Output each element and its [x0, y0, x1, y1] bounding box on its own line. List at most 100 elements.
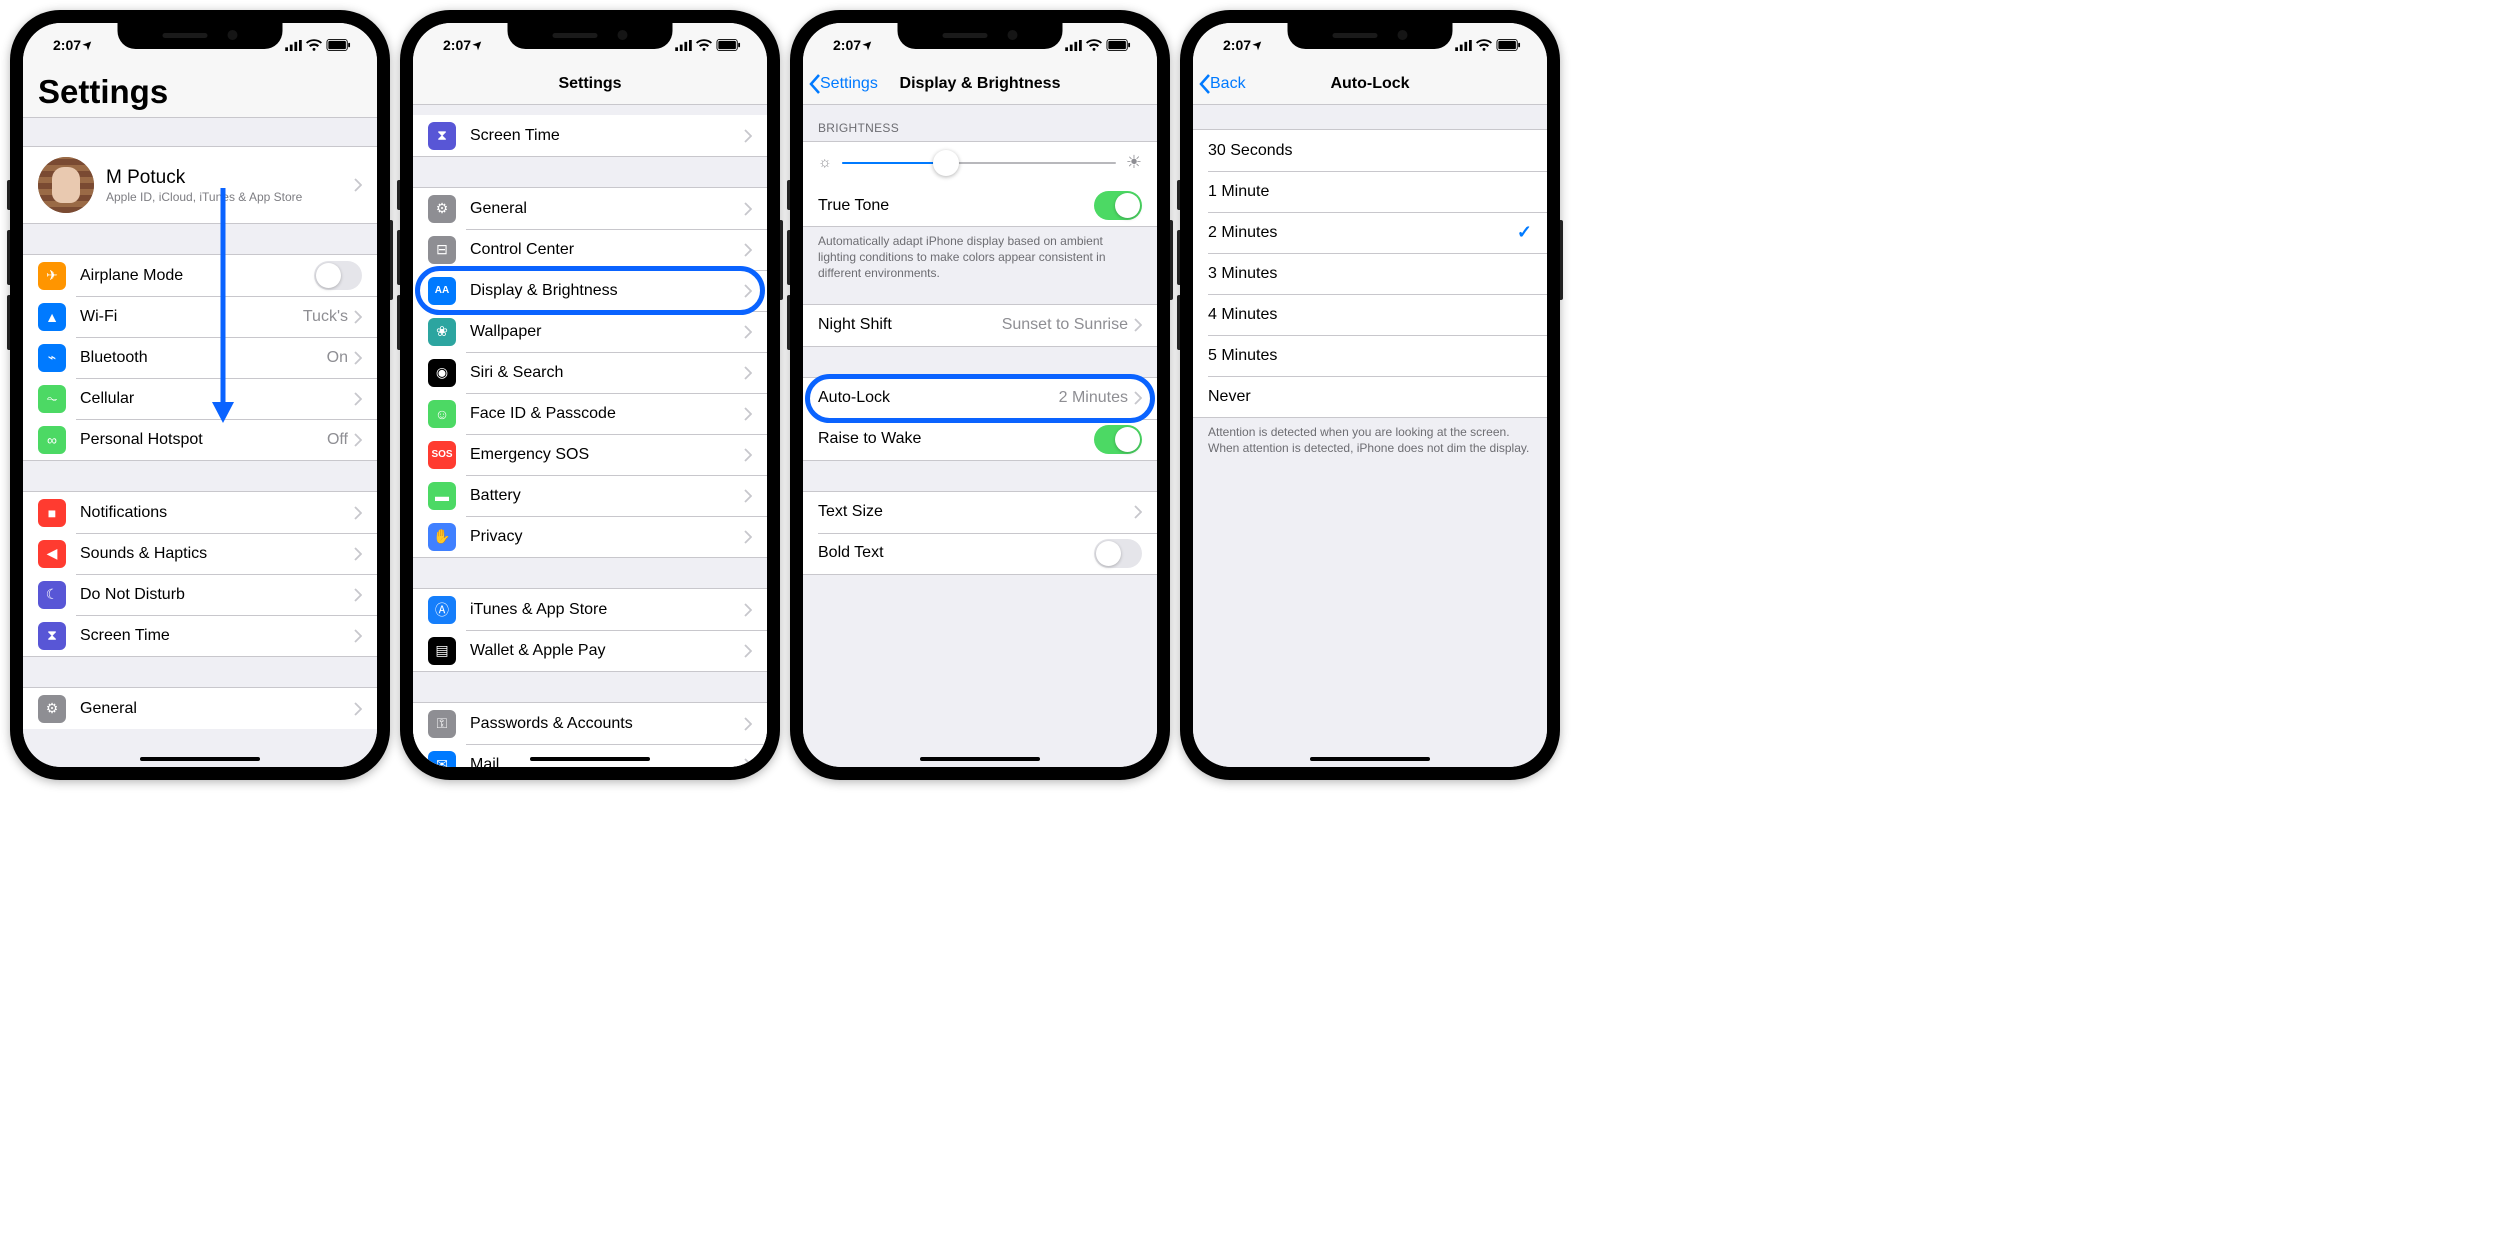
row-siri-search[interactable]: ◉Siri & Search	[413, 352, 767, 393]
back-button[interactable]: Settings	[809, 74, 878, 94]
sun-dim-icon: ☼	[818, 154, 832, 171]
row-label: Bold Text	[818, 544, 1094, 562]
notch	[508, 23, 673, 49]
toggle-bold-text[interactable]	[1094, 539, 1142, 568]
chevron-right-icon	[744, 644, 752, 658]
profile-name: M Potuck	[106, 167, 354, 189]
battery-icon	[716, 39, 741, 51]
back-button[interactable]: Back	[1199, 74, 1246, 94]
chevron-right-icon	[744, 758, 752, 768]
gear-icon: ⚙	[428, 195, 456, 223]
row-passwords-accounts[interactable]: ⚿Passwords & Accounts	[413, 703, 767, 744]
row-label: Wallpaper	[470, 323, 744, 341]
battery-icon	[326, 39, 351, 51]
row-bold-text[interactable]: Bold Text	[803, 533, 1157, 574]
row-privacy[interactable]: ✋Privacy	[413, 516, 767, 557]
option-3-minutes[interactable]: 3 Minutes	[1193, 253, 1547, 294]
option-label: 4 Minutes	[1208, 306, 1532, 324]
row-value: On	[327, 349, 348, 367]
row-do-not-disturb[interactable]: ☾Do Not Disturb	[23, 574, 377, 615]
row-label: Control Center	[470, 241, 744, 259]
row-wi-fi[interactable]: ▲Wi-FiTuck's	[23, 296, 377, 337]
home-indicator[interactable]	[1310, 757, 1430, 761]
row-label: Sounds & Haptics	[80, 545, 354, 563]
chevron-right-icon	[744, 284, 752, 298]
row-general[interactable]: ⚙General	[23, 688, 377, 729]
option-5-minutes[interactable]: 5 Minutes	[1193, 335, 1547, 376]
slider-knob[interactable]	[933, 150, 959, 176]
brightness-slider[interactable]	[842, 162, 1116, 164]
A-icon: Ⓐ	[428, 596, 456, 624]
option-30-seconds[interactable]: 30 Seconds	[1193, 130, 1547, 171]
option-1-minute[interactable]: 1 Minute	[1193, 171, 1547, 212]
home-indicator[interactable]	[140, 757, 260, 761]
toggle-true-tone[interactable]	[1094, 191, 1142, 220]
row-emergency-sos[interactable]: SOSEmergency SOS	[413, 434, 767, 475]
link-icon: ∞	[38, 426, 66, 454]
row-cellular[interactable]: ⏦Cellular	[23, 378, 377, 419]
row-personal-hotspot[interactable]: ∞Personal HotspotOff	[23, 419, 377, 460]
row-night-shift[interactable]: Night Shift Sunset to Sunrise	[803, 305, 1157, 346]
row-text-size[interactable]: Text Size	[803, 492, 1157, 533]
row-wallpaper[interactable]: ❀Wallpaper	[413, 311, 767, 352]
row-label: Emergency SOS	[470, 446, 744, 464]
row-label: Cellular	[80, 390, 354, 408]
hour-icon: ⧗	[38, 622, 66, 650]
row-wallet-apple-pay[interactable]: ▤Wallet & Apple Pay	[413, 630, 767, 671]
row-label: iTunes & App Store	[470, 601, 744, 619]
row-sounds-haptics[interactable]: ◀ Sounds & Haptics	[23, 533, 377, 574]
row-label: Personal Hotspot	[80, 431, 327, 449]
notch	[118, 23, 283, 49]
row-value: Tuck's	[303, 308, 348, 326]
apple-id-row[interactable]: M Potuck Apple ID, iCloud, iTunes & App …	[23, 147, 377, 223]
option-never[interactable]: Never	[1193, 376, 1547, 417]
row-label: Airplane Mode	[80, 267, 314, 285]
row-screen-time[interactable]: ⧗Screen Time	[413, 115, 767, 156]
row-label: True Tone	[818, 197, 1094, 215]
row-true-tone[interactable]: True Tone	[803, 185, 1157, 226]
home-indicator[interactable]	[920, 757, 1040, 761]
chevron-right-icon	[354, 702, 362, 716]
chevron-right-icon	[744, 243, 752, 257]
back-label: Settings	[820, 75, 878, 93]
row-mail[interactable]: ✉Mail	[413, 744, 767, 767]
option-4-minutes[interactable]: 4 Minutes	[1193, 294, 1547, 335]
row-notifications[interactable]: ■Notifications	[23, 492, 377, 533]
option-label: 3 Minutes	[1208, 265, 1532, 283]
sound-icon: ◀	[38, 540, 66, 568]
toggle-raise-to-wake[interactable]	[1094, 425, 1142, 454]
chevron-right-icon	[1134, 505, 1142, 519]
row-screen-time[interactable]: ⧗Screen Time	[23, 615, 377, 656]
option-label: 2 Minutes	[1208, 224, 1517, 242]
signal-icon	[285, 40, 302, 51]
row-general[interactable]: ⚙General	[413, 188, 767, 229]
AA-icon: AA	[428, 277, 456, 305]
chevron-right-icon	[744, 407, 752, 421]
row-itunes-app-store[interactable]: ⒶiTunes & App Store	[413, 589, 767, 630]
notif-icon: ■	[38, 499, 66, 527]
row-label: Passwords & Accounts	[470, 715, 744, 733]
status-time: 2:07	[53, 37, 81, 53]
status-time: 2:07	[443, 37, 471, 53]
signal-icon	[1455, 40, 1472, 51]
chevron-right-icon	[354, 392, 362, 406]
row-display-brightness[interactable]: AADisplay & Brightness	[413, 270, 767, 311]
row-raise-to-wake[interactable]: Raise to Wake	[803, 419, 1157, 460]
toggle-airplane-mode[interactable]	[314, 261, 362, 290]
row-auto-lock[interactable]: Auto-Lock 2 Minutes	[803, 378, 1157, 419]
row-control-center[interactable]: ⊟Control Center	[413, 229, 767, 270]
option-2-minutes[interactable]: 2 Minutes✓	[1193, 212, 1547, 253]
row-label: Siri & Search	[470, 364, 744, 382]
home-indicator[interactable]	[530, 757, 650, 761]
section-header-brightness: Brightness	[803, 105, 1157, 141]
avatar	[38, 157, 94, 213]
row-bluetooth[interactable]: ⌁BluetoothOn	[23, 337, 377, 378]
airplane-icon: ✈	[38, 262, 66, 290]
row-face-id-passcode[interactable]: ☺Face ID & Passcode	[413, 393, 767, 434]
location-icon: ➤	[1250, 36, 1266, 52]
chevron-right-icon	[744, 129, 752, 143]
chevron-right-icon	[354, 433, 362, 447]
bt-icon: ⌁	[38, 344, 66, 372]
row-battery[interactable]: ▬Battery	[413, 475, 767, 516]
row-airplane-mode[interactable]: ✈ Airplane Mode	[23, 255, 377, 296]
